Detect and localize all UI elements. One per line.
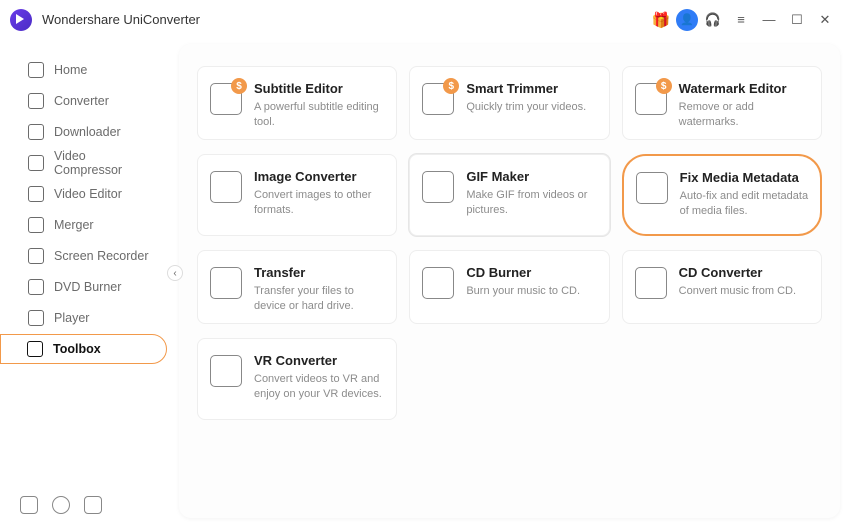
tool-title: Subtitle Editor xyxy=(254,81,386,96)
tool-transfer[interactable]: Transfer Transfer your files to device o… xyxy=(197,250,397,324)
sidebar-item-label: Toolbox xyxy=(53,342,101,356)
smart-trimmer-icon: $ xyxy=(422,83,454,115)
headset-support-icon[interactable]: 🎧 xyxy=(700,7,726,33)
tool-vr-converter[interactable]: VR Converter Convert videos to VR and en… xyxy=(197,338,397,420)
tool-desc: Convert music from CD. xyxy=(679,284,796,299)
merger-icon xyxy=(28,217,44,233)
dvd-icon xyxy=(28,279,44,295)
premium-badge: $ xyxy=(231,78,247,94)
gift-icon[interactable]: 🎁 xyxy=(648,7,674,33)
toolbox-icon xyxy=(27,341,43,357)
cd-converter-icon xyxy=(635,267,667,299)
tool-title: GIF Maker xyxy=(466,169,598,184)
tool-desc: Burn your music to CD. xyxy=(466,284,580,299)
sidebar-item-label: Converter xyxy=(54,94,109,108)
cd-burner-icon xyxy=(422,267,454,299)
tool-watermark-editor[interactable]: $ Watermark Editor Remove or add waterma… xyxy=(622,66,822,140)
sidebar-item-label: Video Editor xyxy=(54,187,122,201)
premium-badge: $ xyxy=(443,78,459,94)
watermark-editor-icon: $ xyxy=(635,83,667,115)
tool-desc: Convert images to other formats. xyxy=(254,188,386,218)
sidebar-footer xyxy=(0,496,175,528)
subtitle-editor-icon: $ xyxy=(210,83,242,115)
sidebar-item-video-compressor[interactable]: Video Compressor xyxy=(10,148,167,178)
main-content: $ Subtitle Editor A powerful subtitle ed… xyxy=(179,44,840,518)
transfer-icon xyxy=(210,267,242,299)
tool-desc: Auto-fix and edit metadata of media file… xyxy=(680,189,810,219)
user-avatar-icon[interactable]: 👤 xyxy=(676,9,698,31)
home-icon xyxy=(28,62,44,78)
tool-grid: $ Subtitle Editor A powerful subtitle ed… xyxy=(197,66,822,420)
close-icon[interactable]: ✕ xyxy=(812,7,838,33)
notification-bell-icon[interactable] xyxy=(52,496,70,514)
app-title: Wondershare UniConverter xyxy=(42,12,200,27)
sidebar-item-label: Downloader xyxy=(54,125,121,139)
tool-fix-media-metadata[interactable]: Fix Media Metadata Auto-fix and edit met… xyxy=(622,154,822,236)
maximize-icon[interactable]: ☐ xyxy=(784,7,810,33)
compressor-icon xyxy=(28,155,44,171)
grid-view-icon[interactable] xyxy=(20,496,38,514)
tool-desc: Make GIF from videos or pictures. xyxy=(466,188,598,218)
tool-subtitle-editor[interactable]: $ Subtitle Editor A powerful subtitle ed… xyxy=(197,66,397,140)
app-logo-icon xyxy=(10,9,32,31)
sidebar-item-screen-recorder[interactable]: Screen Recorder xyxy=(10,241,167,271)
titlebar: Wondershare UniConverter 🎁 👤 🎧 ≡ — ☐ ✕ xyxy=(0,0,850,40)
sidebar-item-video-editor[interactable]: Video Editor xyxy=(10,179,167,209)
tool-desc: Quickly trim your videos. xyxy=(466,100,586,115)
tool-title: VR Converter xyxy=(254,353,386,368)
sidebar-item-label: Video Compressor xyxy=(54,149,153,177)
settings-gear-icon[interactable] xyxy=(84,496,102,514)
sidebar-item-toolbox[interactable]: Toolbox xyxy=(0,334,167,364)
tool-desc: Convert videos to VR and enjoy on your V… xyxy=(254,372,386,402)
player-icon xyxy=(28,310,44,326)
sidebar-collapse-button[interactable]: ‹ xyxy=(167,265,183,281)
sidebar-item-label: Merger xyxy=(54,218,94,232)
converter-icon xyxy=(28,93,44,109)
tool-desc: Transfer your files to device or hard dr… xyxy=(254,284,386,314)
sidebar-item-merger[interactable]: Merger xyxy=(10,210,167,240)
image-converter-icon xyxy=(210,171,242,203)
tool-title: Smart Trimmer xyxy=(466,81,586,96)
tool-title: Transfer xyxy=(254,265,386,280)
sidebar-item-dvd-burner[interactable]: DVD Burner xyxy=(10,272,167,302)
tool-title: CD Converter xyxy=(679,265,796,280)
vr-converter-icon xyxy=(210,355,242,387)
tool-title: Image Converter xyxy=(254,169,386,184)
downloader-icon xyxy=(28,124,44,140)
menu-icon[interactable]: ≡ xyxy=(728,7,754,33)
tool-desc: Remove or add watermarks. xyxy=(679,100,811,130)
premium-badge: $ xyxy=(656,78,672,94)
tool-desc: A powerful subtitle editing tool. xyxy=(254,100,386,130)
tool-title: Fix Media Metadata xyxy=(680,170,810,185)
sidebar-item-home[interactable]: Home xyxy=(10,55,167,85)
tool-title: Watermark Editor xyxy=(679,81,811,96)
sidebar-item-converter[interactable]: Converter xyxy=(10,86,167,116)
tool-cd-converter[interactable]: CD Converter Convert music from CD. xyxy=(622,250,822,324)
sidebar-item-label: Screen Recorder xyxy=(54,249,149,263)
sidebar-item-downloader[interactable]: Downloader xyxy=(10,117,167,147)
tool-cd-burner[interactable]: CD Burner Burn your music to CD. xyxy=(409,250,609,324)
scissors-icon xyxy=(28,186,44,202)
sidebar: Home Converter Downloader Video Compress… xyxy=(0,40,175,528)
sidebar-item-player[interactable]: Player xyxy=(10,303,167,333)
metadata-icon xyxy=(636,172,668,204)
tool-gif-maker[interactable]: GIF Maker Make GIF from videos or pictur… xyxy=(409,154,609,236)
sidebar-item-label: Player xyxy=(54,311,89,325)
tool-smart-trimmer[interactable]: $ Smart Trimmer Quickly trim your videos… xyxy=(409,66,609,140)
tool-image-converter[interactable]: Image Converter Convert images to other … xyxy=(197,154,397,236)
sidebar-item-label: Home xyxy=(54,63,87,77)
gif-maker-icon xyxy=(422,171,454,203)
tool-title: CD Burner xyxy=(466,265,580,280)
sidebar-item-label: DVD Burner xyxy=(54,280,121,294)
recorder-icon xyxy=(28,248,44,264)
minimize-icon[interactable]: — xyxy=(756,7,782,33)
